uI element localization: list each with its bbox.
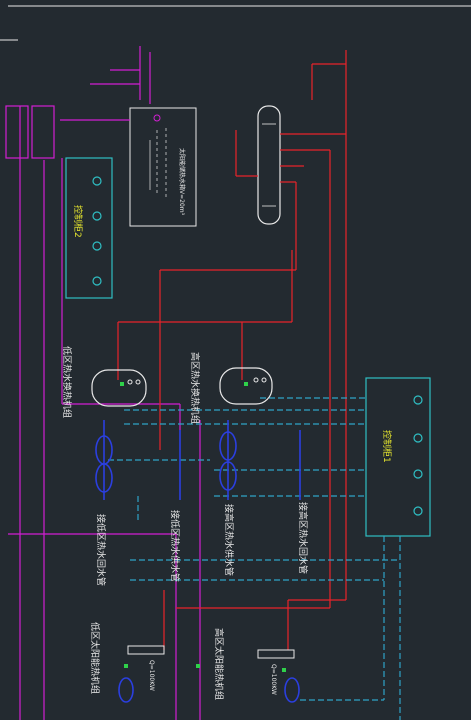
storage-tank-box: 太阳能储热水箱V=20m³ xyxy=(129,107,197,227)
heater-right-label: Q=100KW xyxy=(270,664,277,695)
air-separator xyxy=(257,105,281,225)
heater-right: Q=100KW xyxy=(257,649,295,695)
storage-tank-label: 太阳能储热水箱V=20m³ xyxy=(178,148,186,216)
heater-left: Q=100KW xyxy=(127,645,165,691)
control-panel-2-label: 控制柜2 xyxy=(72,205,84,238)
magenta-piping xyxy=(5,46,201,720)
heater-left-label: Q=100KW xyxy=(148,660,155,691)
control-panel-1-label: 控制柜1 xyxy=(381,430,393,463)
high-zone-supply-label: 接高区热水供水管 xyxy=(223,504,235,576)
low-zone-solar-label: 低区太阳能热机组 xyxy=(89,622,101,694)
low-zone-return-label: 接低区热水回水管 xyxy=(95,514,107,586)
piping-diagram: 控制柜2 控制柜1 太阳能储热水箱V=20m³ Q=100KW Q=100KW … xyxy=(0,5,471,720)
control-panel-2: 控制柜2 xyxy=(65,157,113,299)
high-zone-exchanger-label: 高区热水换热机组 xyxy=(189,352,201,424)
control-panel-1: 控制柜1 xyxy=(365,377,431,537)
low-zone-exchanger-label: 低区热水换热机组 xyxy=(61,346,73,418)
high-zone-solar-label: 高区太阳能热机组 xyxy=(213,628,225,700)
pump-groups xyxy=(95,420,301,703)
green-valves xyxy=(120,382,286,672)
low-zone-exchanger-vessel xyxy=(91,369,147,407)
low-zone-supply-label: 接低区热水供水管 xyxy=(169,510,181,582)
high-zone-return-label: 接高区热水回水管 xyxy=(297,502,309,574)
